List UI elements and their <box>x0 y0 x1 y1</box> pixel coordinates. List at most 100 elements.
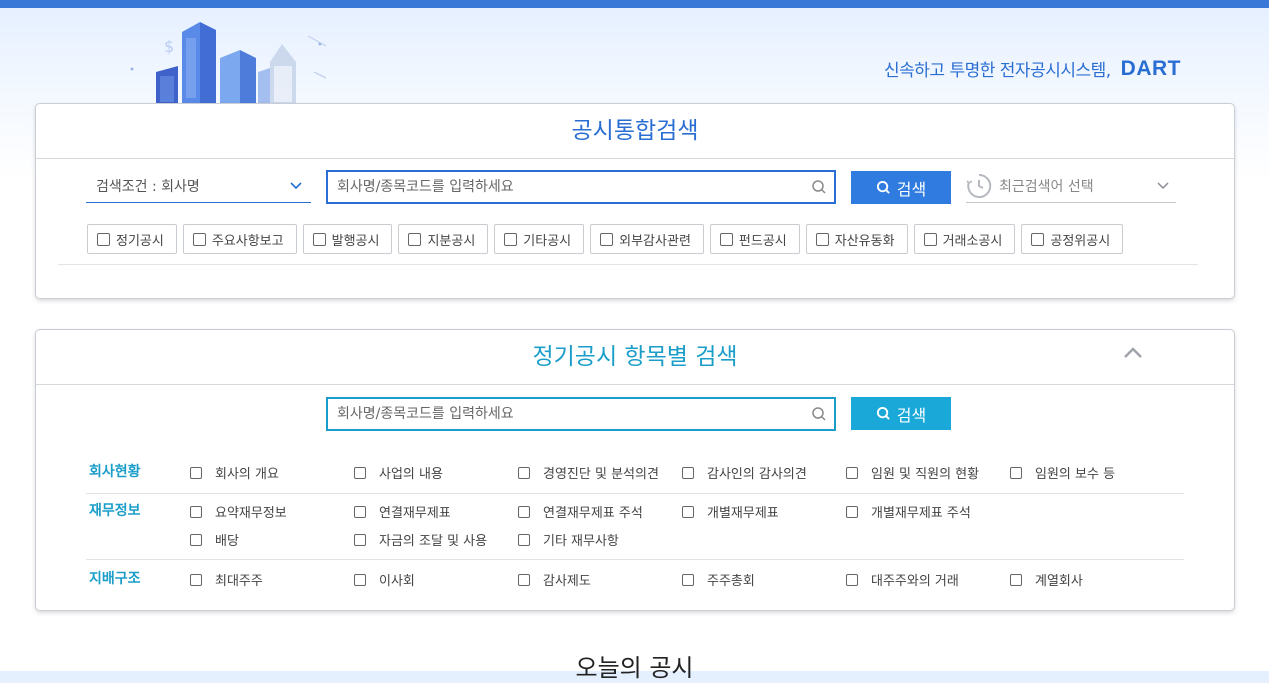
checkbox-icon <box>815 232 829 246</box>
checkbox-icon <box>312 232 326 246</box>
search-icon <box>876 406 890 420</box>
clock-icon <box>966 173 992 198</box>
dart-logo[interactable]: DART <box>1121 57 1181 81</box>
integrated-search-title: 공시통합검색 <box>571 118 699 144</box>
search-button-label: 검색 <box>896 179 927 199</box>
filter-major-report[interactable]: 주요사항보고 <box>182 224 297 254</box>
checkbox-icon <box>682 505 694 518</box>
category-label: 지배구조 <box>89 571 141 587</box>
checkbox-icon <box>97 232 110 246</box>
filter-asset-securitization[interactable]: 자산유동화 <box>805 224 908 254</box>
checkbox-icon <box>504 232 518 246</box>
item-option[interactable]: 배당 <box>190 530 239 549</box>
filter-regular[interactable]: 정기공시 <box>87 224 177 254</box>
item-search-input-box <box>326 397 836 431</box>
checkbox-icon <box>190 573 202 586</box>
checkbox-icon <box>190 466 202 479</box>
checkbox-icon <box>190 505 202 518</box>
category-company-status: 회사현황 회사의 개요 사업의 내용 경영진단 및 분석의견 감사인의 감사의견… <box>86 461 1184 494</box>
disclosure-type-filters: 정기공시 주요사항보고 발행공시 지분공시 기타공시 외부감사관련 펀드공시 자… <box>87 224 1124 254</box>
search-button[interactable]: 검색 <box>851 171 951 204</box>
filter-external-audit[interactable]: 외부감사관련 <box>590 224 704 254</box>
checkbox-icon <box>846 466 858 479</box>
checkbox-icon <box>408 232 422 246</box>
filter-divider <box>58 264 1198 265</box>
chevron-down-icon <box>1157 182 1169 190</box>
item-option[interactable]: 요약재무정보 <box>190 502 287 521</box>
item-option[interactable]: 최대주주 <box>190 570 263 589</box>
item-option[interactable]: 자금의 조달 및 사용 <box>354 530 487 549</box>
checkbox-icon <box>923 232 937 246</box>
item-option[interactable]: 대주주와의 거래 <box>846 570 959 589</box>
checkbox-icon <box>518 466 530 479</box>
item-option[interactable]: 계열회사 <box>1010 570 1083 589</box>
title-divider <box>36 384 1234 385</box>
item-search-input[interactable] <box>328 399 804 429</box>
top-accent-bar <box>0 0 1269 8</box>
checkbox-icon <box>600 232 614 246</box>
checkbox-icon <box>192 232 206 246</box>
item-option[interactable]: 임원 및 직원의 현황 <box>846 463 979 482</box>
filter-ftc[interactable]: 공정위공시 <box>1021 224 1124 254</box>
search-condition-select[interactable]: 검색조건 : 회사명 <box>86 170 311 203</box>
filter-fund[interactable]: 펀드공시 <box>709 224 800 254</box>
title-divider <box>36 158 1234 159</box>
item-option[interactable]: 경영진단 및 분석의견 <box>518 463 659 482</box>
item-option[interactable]: 연결재무제표 주석 <box>518 502 643 521</box>
item-option[interactable]: 개별재무제표 <box>682 502 779 521</box>
checkbox-icon <box>846 505 858 518</box>
category-governance: 지배구조 최대주주 이사회 감사제도 주주총회 대주주와의 거래 계열회사 <box>86 568 1184 596</box>
item-search-button[interactable]: 검색 <box>851 397 951 430</box>
checkbox-icon <box>682 573 694 586</box>
item-option[interactable]: 주주총회 <box>682 570 755 589</box>
today-disclosure-title: 오늘의 공시 <box>575 654 694 682</box>
recent-search-label: 최근검색어 선택 <box>999 179 1094 195</box>
item-search-title: 정기공시 항목별 검색 <box>532 344 738 370</box>
search-icon <box>876 180 890 194</box>
item-search-button-label: 검색 <box>896 405 927 425</box>
item-option[interactable]: 임원의 보수 등 <box>1010 463 1115 482</box>
search-condition-label: 검색조건 : 회사명 <box>96 179 200 195</box>
chevron-down-icon <box>290 182 302 190</box>
checkbox-icon <box>846 573 858 586</box>
checkbox-icon <box>518 533 530 546</box>
checkbox-icon <box>1010 466 1022 479</box>
search-icon[interactable] <box>804 179 834 195</box>
item-option[interactable]: 연결재무제표 <box>354 502 451 521</box>
category-label: 회사현황 <box>89 464 141 480</box>
item-option[interactable]: 개별재무제표 주석 <box>846 502 971 521</box>
checkbox-icon <box>354 533 366 546</box>
checkbox-icon <box>682 466 694 479</box>
item-option[interactable]: 감사인의 감사의견 <box>682 463 807 482</box>
slogan-text: 신속하고 투명한 전자공시시스템, <box>884 61 1111 81</box>
category-financial-info: 재무정보 요약재무정보 연결재무제표 연결재무제표 주석 개별재무제표 개별재무… <box>86 500 1184 560</box>
svg-text:$: $ <box>164 37 174 56</box>
city-illustration: $ <box>130 22 327 104</box>
item-option[interactable]: 사업의 내용 <box>354 463 443 482</box>
checkbox-icon <box>354 466 366 479</box>
checkbox-icon <box>1031 232 1045 246</box>
filter-exchange[interactable]: 거래소공시 <box>913 224 1016 254</box>
item-option[interactable]: 감사제도 <box>518 570 591 589</box>
item-search-panel: 정기공시 항목별 검색 검색 회사현황 회사의 개요 사업의 내용 경영진단 및… <box>35 329 1235 611</box>
filter-equity[interactable]: 지분공시 <box>398 224 489 254</box>
checkbox-icon <box>354 505 366 518</box>
checkbox-icon <box>518 505 530 518</box>
checkbox-icon <box>518 573 530 586</box>
chevron-up-icon[interactable] <box>1122 342 1144 364</box>
recent-search-select[interactable]: 최근검색어 선택 <box>966 170 1176 203</box>
item-option[interactable]: 회사의 개요 <box>190 463 279 482</box>
integrated-search-panel: 공시통합검색 검색조건 : 회사명 검색 최근검색어 선택 정기공시 주요사항보… <box>35 103 1235 299</box>
checkbox-icon <box>354 573 366 586</box>
search-icon[interactable] <box>804 406 834 422</box>
item-option[interactable]: 기타 재무사항 <box>518 530 619 549</box>
company-search-input-box <box>326 170 836 204</box>
item-option[interactable]: 이사회 <box>354 570 415 589</box>
category-label: 재무정보 <box>89 503 141 519</box>
filter-other[interactable]: 기타공시 <box>494 224 585 254</box>
company-search-input[interactable] <box>328 172 804 202</box>
checkbox-icon <box>190 533 202 546</box>
filter-issuance[interactable]: 발행공시 <box>302 224 393 254</box>
checkbox-icon <box>1010 573 1022 586</box>
header-slogan: 신속하고 투명한 전자공시시스템, DART <box>884 56 1181 82</box>
